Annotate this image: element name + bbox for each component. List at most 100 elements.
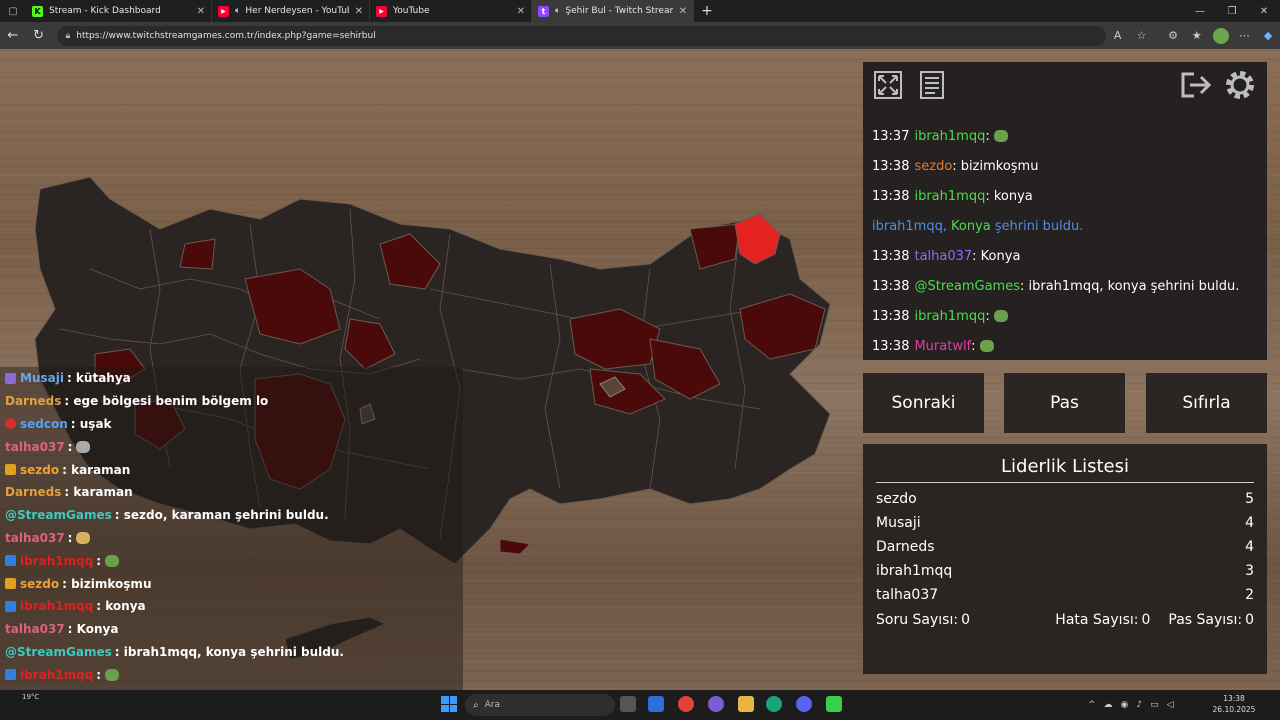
clock-date: 26.10.2025: [1212, 705, 1256, 714]
gear-icon[interactable]: [1223, 68, 1257, 102]
kick-app-icon[interactable]: [826, 696, 842, 712]
close-tab-icon[interactable]: ✕: [679, 6, 687, 17]
chat-message: : konya: [985, 188, 1033, 204]
twitch-icon: t: [538, 5, 549, 17]
chat-username: sedcon: [20, 416, 68, 431]
tab-youtube[interactable]: ▶ YouTube ✕: [370, 0, 532, 22]
chat-line: 13:38 talha037: Konya: [872, 241, 1262, 271]
clock[interactable]: 13:38 26.10.2025: [1208, 693, 1260, 715]
chat-message: : karaman: [64, 485, 133, 500]
tab-her-nerdeysen[interactable]: ▶ 🔈︎ Her Nerdeysen - YouTube ✕: [212, 0, 370, 22]
start-menu-icon[interactable]: [441, 696, 457, 712]
reload-icon[interactable]: ↻: [26, 28, 52, 43]
profile-avatar[interactable]: [1212, 27, 1229, 44]
player-score: 2: [1245, 587, 1254, 603]
chat-message: : karaman: [62, 462, 131, 477]
reset-button[interactable]: Sıfırla: [1146, 373, 1267, 433]
microphone-icon[interactable]: ♪: [1136, 700, 1142, 710]
minimize-icon[interactable]: —: [1184, 6, 1216, 17]
network-icon[interactable]: ▭: [1150, 700, 1159, 710]
lock-icon[interactable]: 🔒︎: [65, 31, 70, 41]
chat-message: : Konya: [972, 248, 1021, 264]
stream-chat-overlay: Musaji: kütahya Darneds: ege bölgesi ben…: [0, 367, 463, 690]
close-tab-icon[interactable]: ✕: [197, 6, 205, 17]
player-score: 3: [1245, 563, 1254, 579]
chat-username: Musaji: [20, 371, 64, 386]
chat-message: : Konya: [67, 622, 119, 637]
restore-icon[interactable]: ❐: [1216, 6, 1248, 17]
read-aloud-icon[interactable]: A: [1106, 29, 1130, 42]
heart-badge-icon: [5, 418, 16, 430]
clock-time: 13:38: [1223, 694, 1245, 703]
chat-username: talha037: [5, 622, 65, 637]
document-icon[interactable]: [915, 68, 949, 102]
security-icon[interactable]: ◉: [1121, 700, 1129, 710]
player-name: talha037: [876, 587, 939, 603]
new-tab-button[interactable]: +: [694, 3, 720, 19]
chat-message: : bizimkoşmu: [952, 158, 1039, 174]
chat-username: talha037: [5, 530, 65, 545]
emote-icon: [76, 440, 91, 453]
edge-icon[interactable]: [766, 696, 782, 712]
list-item: ibrah1mqq: konya: [5, 595, 463, 618]
close-window-icon[interactable]: ✕: [1248, 6, 1280, 17]
list-item: talha037: Konya: [5, 618, 463, 641]
tab-actions-icon[interactable]: ▢: [0, 0, 26, 22]
game-buttons: Sonraki Pas Sıfırla: [863, 373, 1267, 433]
task-view-icon[interactable]: [620, 696, 636, 712]
pass-button[interactable]: Pas: [1004, 373, 1125, 433]
copilot-icon[interactable]: ◆: [1256, 29, 1280, 42]
search-icon: ⌕: [473, 699, 479, 711]
more-menu-icon[interactable]: ⋯: [1233, 29, 1257, 42]
extensions-icon[interactable]: ⚙: [1161, 29, 1185, 42]
province-found-13: [499, 538, 532, 555]
logout-icon[interactable]: [1179, 68, 1213, 102]
emote-icon: [993, 310, 1008, 322]
close-tab-icon[interactable]: ✕: [355, 6, 363, 17]
chat-time: 13:38: [872, 188, 910, 204]
speaker-icon[interactable]: 🔈︎: [555, 6, 560, 16]
close-tab-icon[interactable]: ✕: [517, 6, 525, 17]
list-item: sezdo: karaman: [5, 458, 463, 481]
chat-username: ibrah1mqq: [20, 553, 94, 568]
emote-icon: [105, 668, 120, 681]
favorites-icon[interactable]: ★: [1185, 29, 1209, 42]
found-city: Konya: [951, 218, 991, 234]
taskbar-search[interactable]: ⌕ Ara: [465, 694, 615, 716]
chrome-icon[interactable]: [678, 696, 694, 712]
next-button[interactable]: Sonraki: [863, 373, 984, 433]
chat-line: 13:38 sezdo: bizimkoşmu: [872, 151, 1262, 181]
volume-icon[interactable]: ◁: [1167, 700, 1174, 710]
file-explorer-icon[interactable]: [738, 696, 754, 712]
back-icon[interactable]: ←: [0, 28, 26, 43]
speaker-icon[interactable]: 🔈︎: [235, 6, 240, 16]
chat-time: 13:37: [872, 128, 910, 144]
chat-username: sezdo: [20, 576, 60, 591]
emote-icon: [76, 531, 91, 544]
chat-time: 13:38: [872, 338, 910, 354]
chat-username: Muratwlf: [914, 338, 972, 354]
player-name: Darneds: [876, 539, 935, 555]
chat-username: Darneds: [5, 485, 62, 500]
weather-temperature[interactable]: 19°C: [22, 693, 39, 701]
chevron-up-icon[interactable]: ^: [1088, 700, 1096, 710]
store-icon[interactable]: [648, 696, 664, 712]
chat-time: 13:38: [872, 308, 910, 324]
cloud-icon[interactable]: ☁: [1104, 700, 1113, 710]
chat-panel: 13:37 ibrah1mqq: 13:38 sezdo: bizimkoşmu 1…: [863, 62, 1267, 360]
discord-icon[interactable]: [796, 696, 812, 712]
url-field[interactable]: 🔒︎ https://www.twitchstreamgames.com.tr/…: [57, 25, 1106, 46]
player-score: 4: [1245, 539, 1254, 555]
chat-username: @StreamGames: [5, 644, 112, 659]
fullscreen-icon[interactable]: [871, 68, 905, 102]
emote-icon: [105, 554, 120, 567]
chat-username: ibrah1mqq: [20, 667, 94, 682]
youtube-icon: ▶: [218, 5, 229, 17]
tab-sehir-bul[interactable]: t 🔈︎ Şehir Bul - Twitch Stream Ga ✕: [532, 0, 694, 22]
game-page: Musaji: kütahya Darneds: ege bölgesi ben…: [0, 49, 1280, 690]
chat-line: 13:38 Muratwlf:: [872, 331, 1262, 361]
copilot-app-icon[interactable]: [708, 696, 724, 712]
chat-message: :: [971, 338, 976, 354]
favorite-star-icon[interactable]: ☆: [1130, 29, 1154, 42]
tab-kick-dashboard[interactable]: K Stream - Kick Dashboard ✕: [26, 0, 212, 22]
